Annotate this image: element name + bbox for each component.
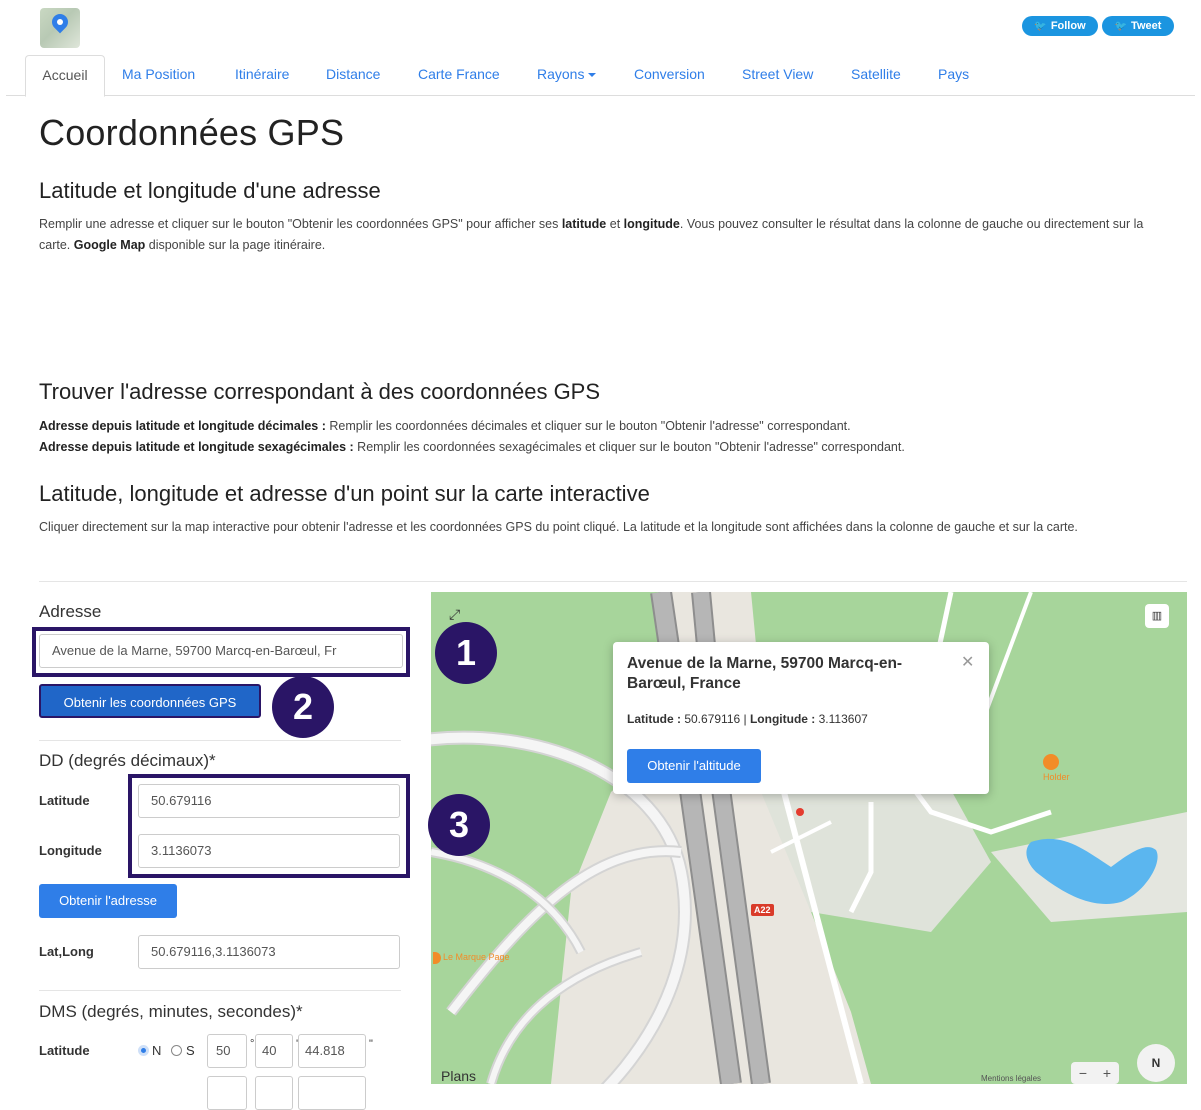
annotation-badge-1: 1 bbox=[435, 622, 497, 684]
dms-lat-minutes-input[interactable]: 40 bbox=[255, 1034, 293, 1068]
dms-lon-minutes-input[interactable] bbox=[255, 1076, 293, 1110]
second-symbol: " bbox=[369, 1038, 373, 1050]
legal-link[interactable]: Mentions légales bbox=[981, 1074, 1041, 1083]
map-layers-icon[interactable]: ▥ bbox=[1145, 604, 1169, 628]
section-title-interactive-map: Latitude, longitude et adresse d'un poin… bbox=[39, 481, 650, 506]
dms-lat-seconds-input[interactable]: 44.818 bbox=[298, 1034, 366, 1068]
twitter-bird-icon: 🐦 bbox=[1034, 20, 1047, 32]
dms-lon-seconds-input[interactable] bbox=[298, 1076, 366, 1110]
section-title-reverse: Trouver l'adresse correspondant à des co… bbox=[39, 379, 601, 404]
close-icon[interactable]: ✕ bbox=[961, 652, 974, 672]
south-label: S bbox=[186, 1043, 195, 1058]
poi-holder-label[interactable]: Holder bbox=[1043, 772, 1070, 782]
latlong-label: Lat,Long bbox=[39, 944, 94, 959]
dms-title: DMS (degrés, minutes, secondes)* bbox=[39, 1002, 303, 1021]
annotation-badge-2: 2 bbox=[272, 676, 334, 738]
site-logo[interactable] bbox=[40, 8, 80, 48]
south-radio[interactable] bbox=[171, 1045, 182, 1056]
zoom-out-button[interactable]: − bbox=[1079, 1065, 1087, 1081]
fullscreen-icon[interactable]: ⤢ bbox=[449, 606, 460, 623]
section-title-address: Latitude et longitude d'une adresse bbox=[39, 178, 381, 203]
longitude-label: Longitude bbox=[39, 843, 102, 858]
zoom-control[interactable]: − + bbox=[1071, 1062, 1119, 1084]
address-label: Adresse bbox=[39, 602, 102, 621]
annotation-badge-3: 3 bbox=[428, 794, 490, 856]
north-radio[interactable] bbox=[138, 1045, 149, 1056]
latitude-label: Latitude bbox=[39, 793, 90, 808]
tab-street-view[interactable]: Street View bbox=[742, 55, 813, 95]
tab-rayons[interactable]: Rayons bbox=[537, 55, 597, 95]
get-altitude-button[interactable]: Obtenir l'altitude bbox=[627, 749, 761, 783]
annotation-highlight-coordinates bbox=[128, 774, 410, 878]
divider bbox=[39, 740, 401, 741]
degree-symbol: ° bbox=[250, 1038, 255, 1050]
dms-lon-degrees-input[interactable] bbox=[207, 1076, 247, 1110]
tab-carte-france[interactable]: Carte France bbox=[418, 55, 500, 95]
section-text-reverse-sexagesimal: Adresse depuis latitude et longitude sex… bbox=[39, 440, 905, 454]
popup-coordinates: Latitude : 50.679116 | Longitude : 3.113… bbox=[627, 712, 868, 726]
twitter-bird-icon: 🐦 bbox=[1114, 20, 1128, 32]
tab-itineraire[interactable]: Itinéraire bbox=[235, 55, 289, 95]
zoom-in-button[interactable]: + bbox=[1103, 1065, 1111, 1081]
north-label: N bbox=[152, 1043, 162, 1058]
popup-title: Avenue de la Marne, 59700 Marcq-en-Barœu… bbox=[627, 655, 903, 692]
page-title: Coordonnées GPS bbox=[39, 112, 345, 153]
map-pin-icon bbox=[48, 10, 72, 34]
section-text-address: Remplir une adresse et cliquer sur le bo… bbox=[39, 217, 1144, 252]
twitter-follow-button[interactable]: 🐦 Follow bbox=[1022, 16, 1098, 36]
get-gps-coordinates-button[interactable]: Obtenir les coordonnées GPS bbox=[39, 684, 261, 718]
section-text-reverse-decimal: Adresse depuis latitude et longitude déc… bbox=[39, 419, 851, 433]
road-shield-a22: A22 bbox=[751, 904, 774, 916]
restaurant-icon[interactable] bbox=[1043, 754, 1059, 770]
tab-distance[interactable]: Distance bbox=[326, 55, 380, 95]
tab-accueil[interactable]: Accueil bbox=[25, 55, 105, 97]
twitter-tweet-button[interactable]: 🐦 Tweet bbox=[1102, 16, 1174, 36]
tab-conversion[interactable]: Conversion bbox=[634, 55, 705, 95]
poi-marque-page-label[interactable]: Le Marque Page bbox=[443, 952, 510, 962]
tab-ma-position[interactable]: Ma Position bbox=[122, 55, 195, 95]
divider bbox=[39, 581, 1187, 582]
compass-icon[interactable]: N bbox=[1137, 1044, 1175, 1082]
latlong-input[interactable]: 50.679116,3.1136073 bbox=[138, 935, 400, 969]
apple-plans-logo: Plans bbox=[441, 1068, 477, 1084]
dms-latitude-label: Latitude bbox=[39, 1043, 90, 1058]
tab-satellite[interactable]: Satellite bbox=[851, 55, 901, 95]
dms-lat-degrees-input[interactable]: 50 bbox=[207, 1034, 247, 1068]
dd-title: DD (degrés décimaux)* bbox=[39, 751, 216, 770]
map-popup: Avenue de la Marne, 59700 Marcq-en-Barœu… bbox=[613, 642, 989, 794]
get-address-button[interactable]: Obtenir l'adresse bbox=[39, 884, 177, 918]
tab-pays[interactable]: Pays bbox=[938, 55, 969, 95]
caret-down-icon bbox=[588, 73, 597, 78]
section-text-interactive-map: Cliquer directement sur la map interacti… bbox=[39, 520, 1078, 534]
divider bbox=[39, 990, 401, 991]
annotation-highlight-address bbox=[32, 627, 410, 677]
